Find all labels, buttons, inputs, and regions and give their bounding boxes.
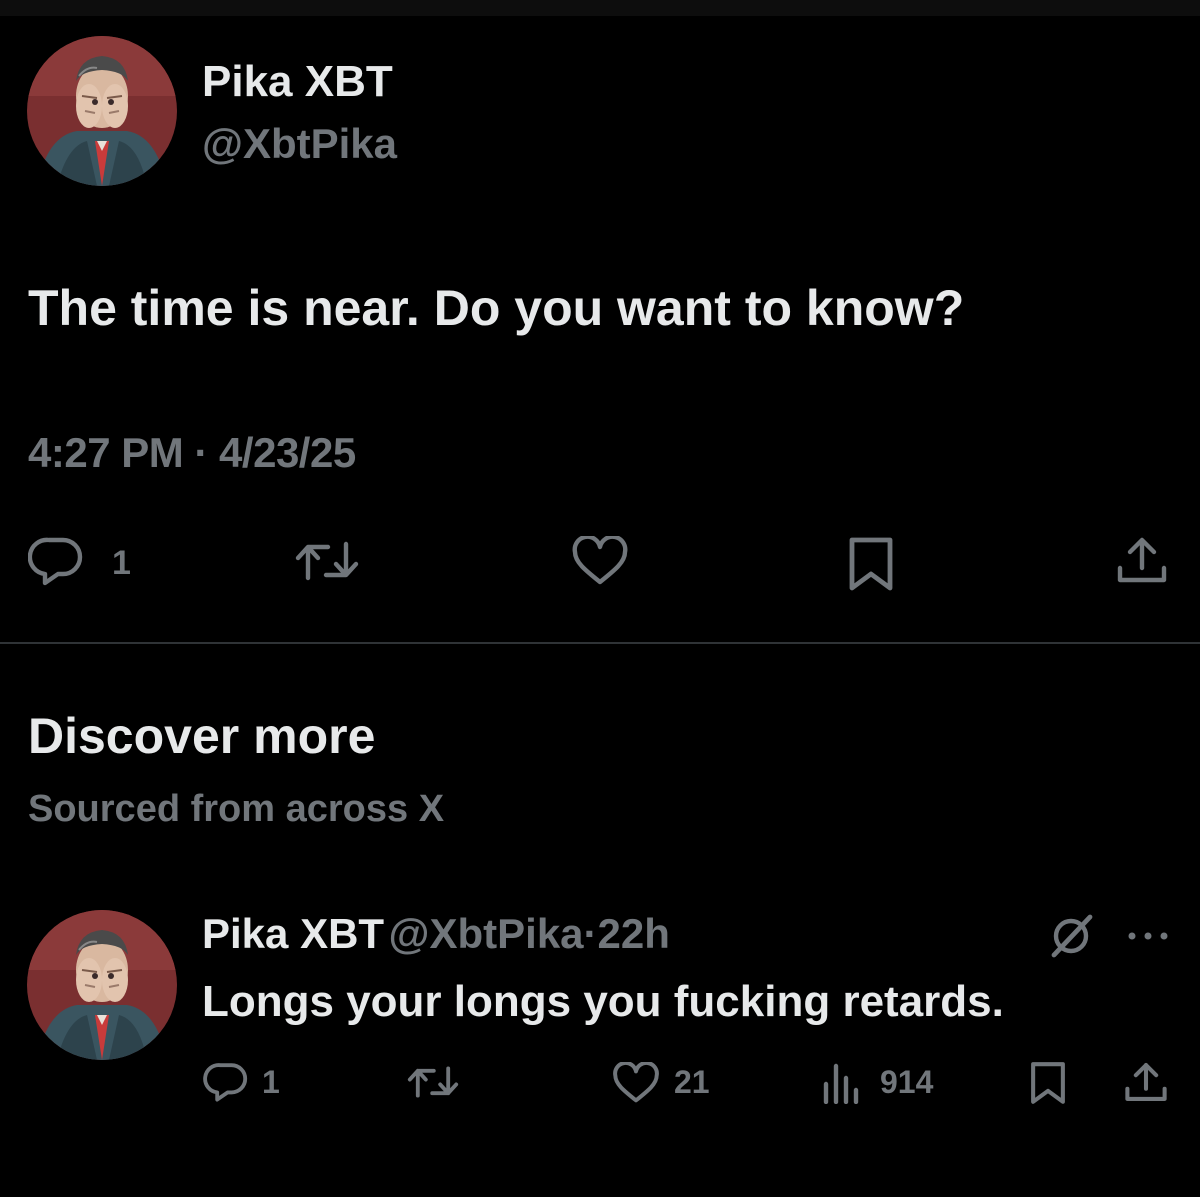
share-icon[interactable]	[1116, 534, 1168, 586]
more-icon[interactable]	[1126, 930, 1170, 942]
reply-icon[interactable]	[203, 1062, 249, 1102]
author-handle[interactable]: @XbtPika	[389, 910, 584, 957]
avatar[interactable]	[27, 36, 177, 186]
share-icon[interactable]	[1124, 1060, 1168, 1104]
author-handle[interactable]: @XbtPika	[202, 123, 397, 165]
bookmark-icon[interactable]	[1030, 1060, 1066, 1106]
author-name[interactable]: Pika XBT	[202, 60, 393, 104]
retweet-icon[interactable]	[294, 536, 360, 586]
tweet-text: The time is near. Do you want to know?	[28, 280, 965, 336]
views-icon[interactable]	[820, 1062, 862, 1104]
avatar[interactable]	[27, 910, 177, 1060]
author-name[interactable]: Pika XBT	[202, 910, 384, 957]
retweet-icon[interactable]	[406, 1062, 460, 1102]
view-count: 914	[880, 1064, 934, 1100]
status-bar-strip	[0, 0, 1200, 16]
like-count: 21	[674, 1064, 710, 1100]
separator-dot: ·	[583, 910, 598, 957]
reply-count: 1	[112, 544, 131, 582]
reply-count: 1	[262, 1064, 280, 1100]
bookmark-icon[interactable]	[848, 536, 894, 592]
tweet-age[interactable]: 22h	[598, 910, 670, 957]
tweet-text: Longs your longs you fucking retards.	[202, 977, 1004, 1026]
tweet-timestamp[interactable]: 4:27 PM · 4/23/25	[28, 432, 356, 474]
reply-icon[interactable]	[28, 536, 84, 586]
tweet-header: Pika XBT @XbtPika·22h	[202, 913, 670, 955]
divider	[0, 642, 1200, 644]
discover-title: Discover more	[28, 708, 376, 764]
discover-subtitle: Sourced from across X	[28, 788, 445, 830]
like-icon[interactable]	[571, 536, 629, 586]
grok-icon[interactable]	[1048, 913, 1094, 959]
like-icon[interactable]	[612, 1062, 660, 1104]
